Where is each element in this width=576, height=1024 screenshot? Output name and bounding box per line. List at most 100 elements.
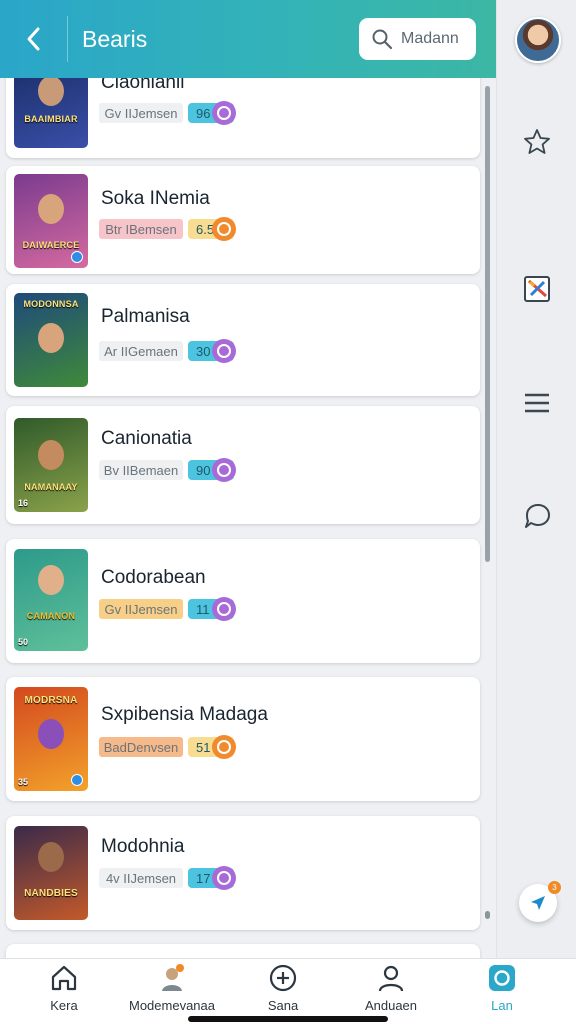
avatar[interactable]: [515, 17, 561, 63]
back-button[interactable]: [0, 16, 68, 62]
thumb-title: NAMANAAY: [24, 482, 78, 492]
score-badge: 17: [188, 866, 236, 890]
search-icon: [372, 29, 393, 50]
score-badge: 96: [188, 101, 236, 125]
thumb-art: [38, 78, 64, 106]
nav-item-home[interactable]: Kera: [9, 963, 119, 1019]
game-tag: Btr IBemsen: [99, 219, 183, 239]
nav-label: Lan: [491, 998, 513, 1013]
person-icon: [378, 965, 404, 992]
thumb-art: [38, 194, 64, 224]
game-tag: BadDenvsen: [99, 737, 183, 757]
game-tag: Gv IIJemsen: [99, 103, 183, 123]
fab-badge: 3: [548, 881, 561, 894]
game-tag: 4v IIJemsen: [99, 868, 183, 888]
home-icon: [51, 965, 77, 991]
chat-icon: [525, 504, 550, 528]
game-tag: Gv IIJemsen: [99, 599, 183, 619]
nav-label: Sana: [267, 998, 299, 1013]
score-badge: 51: [188, 735, 236, 759]
game-title: Soka INemia: [101, 188, 210, 209]
favorites-button[interactable]: [519, 124, 555, 160]
game-thumbnail: BAAIMBIAR: [14, 78, 88, 148]
thumb-art: [38, 440, 64, 470]
nav-label: Anduaen: [364, 998, 418, 1013]
app-header: Bearis Madann: [0, 0, 496, 78]
share-fab[interactable]: 3: [519, 881, 561, 922]
add-icon: [269, 964, 297, 992]
platform-icon: [71, 251, 83, 263]
score-badge: 11: [188, 597, 236, 621]
clock-icon: [212, 101, 236, 125]
nav-label: Modemevanaa: [129, 998, 215, 1013]
list-item[interactable]: [6, 944, 480, 958]
bottom-nav: Kera Modemevanaa Sana Anduaen Lan: [0, 958, 576, 1024]
scrollbar[interactable]: [485, 86, 490, 562]
game-thumbnail: MODONNSA: [14, 293, 88, 387]
send-icon: [531, 896, 545, 910]
gallery-button[interactable]: [519, 271, 555, 307]
thumb-art: [38, 565, 64, 595]
list-item[interactable]: BAAIMBIAR Claonianii Gv IIJemsen 96: [6, 78, 480, 158]
score-badge: 6.5: [188, 217, 236, 241]
thumb-art: [38, 842, 64, 872]
game-title: Claonianii: [101, 78, 185, 93]
scrollbar-end: [485, 911, 490, 919]
game-title: Palmanisa: [101, 306, 190, 327]
nav-item-character[interactable]: Modemevanaa: [117, 963, 227, 1019]
thumb-title: MODONNSA: [23, 299, 79, 309]
game-thumbnail: NAMANAAY 16: [14, 418, 88, 512]
chat-button[interactable]: [519, 498, 555, 534]
game-title: Sxpibensia Madaga: [101, 704, 268, 725]
nav-item-profile[interactable]: Anduaen: [336, 963, 446, 1019]
clock-icon: [212, 866, 236, 890]
clock-icon: [212, 339, 236, 363]
platform-icon: [71, 774, 83, 786]
thumb-title: DAIWAERCE: [22, 240, 80, 250]
game-thumbnail: CAMANON 50: [14, 549, 88, 651]
nav-item-app[interactable]: Lan: [447, 963, 557, 1019]
star-icon: [524, 129, 550, 154]
score-value: 11: [196, 601, 210, 617]
list-item[interactable]: MODONNSA Palmanisa Ar IIGemaen 30: [6, 284, 480, 396]
list-item[interactable]: NANDBIES Modohnia 4v IIJemsen 17: [6, 816, 480, 930]
list-item[interactable]: DAIWAERCE Soka INemia Btr IBemsen 6.5: [6, 166, 480, 274]
search-placeholder: Madann: [401, 30, 459, 47]
score-value: 96: [196, 105, 211, 121]
score-badge: 30: [188, 339, 236, 363]
app-icon: [489, 965, 515, 991]
game-title: Codorabean: [101, 567, 206, 588]
character-icon: [162, 964, 184, 991]
nav-item-add[interactable]: Sana: [228, 963, 338, 1019]
menu-icon: [525, 393, 549, 413]
game-list[interactable]: BAAIMBIAR Claonianii Gv IIJemsen 96 DAIW…: [0, 78, 496, 958]
thumb-number: 16: [18, 498, 29, 508]
thumb-title: NANDBIES: [24, 888, 78, 899]
page-title: Bearis: [82, 25, 148, 52]
list-item[interactable]: MODRSNA 35 Sxpibensia Madaga BadDenvsen …: [6, 677, 480, 801]
search-input[interactable]: Madann: [359, 18, 476, 60]
menu-button[interactable]: [519, 385, 555, 421]
game-title: Canionatia: [101, 428, 192, 449]
nav-label: Kera: [50, 998, 78, 1013]
thumb-title: MODRSNA: [24, 695, 78, 706]
clock-icon: [212, 735, 236, 759]
clock-icon: [212, 458, 236, 482]
chevron-left-icon: [27, 27, 39, 51]
list-item[interactable]: CAMANON 50 Codorabean Gv IIJemsen 11: [6, 539, 480, 663]
list-item[interactable]: NAMANAAY 16 Canionatia Bv IIBemaen 90: [6, 406, 480, 524]
score-value: 90: [196, 462, 211, 478]
home-indicator: [188, 1016, 388, 1022]
right-rail: 3: [496, 0, 576, 958]
game-thumbnail: NANDBIES: [14, 826, 88, 920]
score-value: 30: [196, 343, 211, 359]
game-thumbnail: DAIWAERCE: [14, 174, 88, 268]
clock-icon: [212, 217, 236, 241]
thumb-title: BAAIMBIAR: [24, 114, 78, 124]
clock-icon: [212, 597, 236, 621]
game-thumbnail: MODRSNA 35: [14, 687, 88, 791]
thumb-number: 35: [18, 777, 29, 787]
score-value: 51: [196, 739, 211, 755]
image-icon: [524, 276, 550, 302]
thumb-number: 50: [18, 637, 29, 647]
